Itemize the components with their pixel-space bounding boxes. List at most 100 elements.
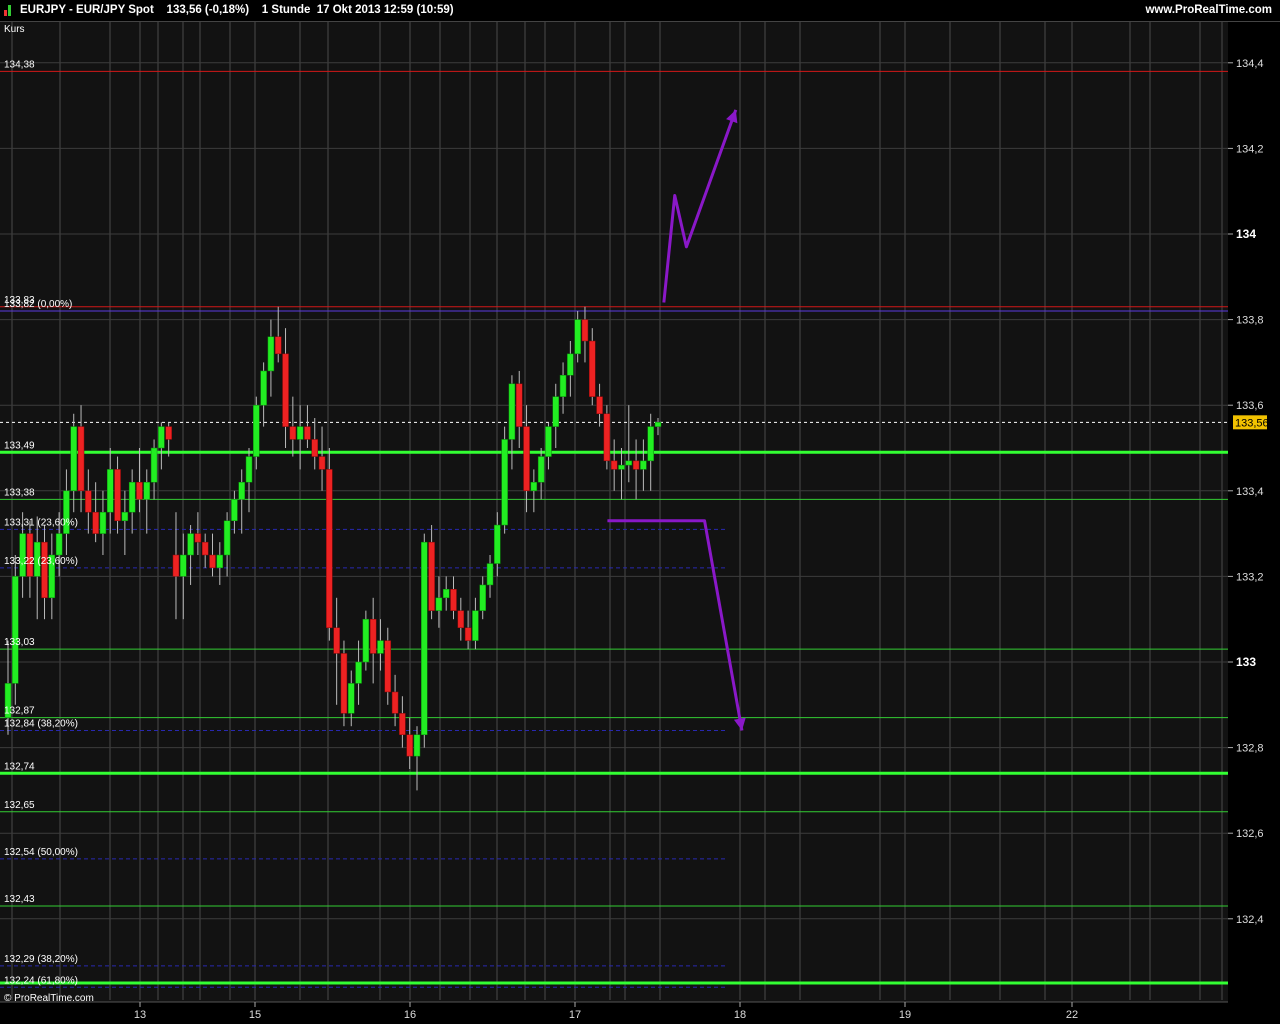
candle-body: [610, 460, 618, 470]
site-link[interactable]: www.ProRealTime.com: [1145, 4, 1272, 16]
level-label: 132,24 (61,80%): [4, 975, 78, 986]
y-tick-label: 134: [1236, 227, 1256, 241]
level-label: 133,49: [4, 440, 35, 451]
y-tick-label: 133: [1236, 655, 1256, 669]
level-label: 132,54 (50,00%): [4, 847, 78, 858]
candle-body: [647, 426, 654, 462]
candle-body: [537, 456, 545, 483]
candle-body: [158, 426, 165, 449]
candle-body: [282, 353, 289, 427]
candle-body: [523, 426, 530, 492]
panel-label: Kurs: [4, 24, 25, 35]
candle-body: [70, 426, 77, 492]
candle-body: [41, 541, 48, 599]
x-tick-label: 13: [134, 1009, 146, 1021]
y-axis-panel: [1228, 22, 1280, 1024]
candle-body: [581, 319, 589, 342]
candle-body: [545, 426, 552, 457]
candle-body: [136, 481, 143, 500]
candle-body: [654, 422, 662, 427]
candle-body: [435, 597, 443, 611]
candle-body: [165, 426, 172, 440]
candle-body: [172, 554, 180, 577]
candle-body: [216, 554, 224, 569]
candle-body: [296, 426, 304, 440]
candle-body: [289, 426, 297, 440]
level-label: 133,31 (23,60%): [4, 517, 78, 528]
candle-body: [479, 584, 486, 611]
candle-body: [187, 533, 194, 556]
candle-body: [253, 404, 260, 457]
candle-body: [150, 447, 158, 483]
candle-body: [143, 481, 151, 500]
candle-body: [464, 627, 472, 641]
candle-body: [362, 618, 370, 663]
candle-body: [625, 460, 633, 466]
candle-body: [209, 554, 216, 569]
candle-body: [77, 426, 85, 492]
candle-body: [85, 490, 92, 513]
candle-body: [12, 576, 19, 684]
candle-body: [318, 456, 326, 470]
level-label: 134,38: [4, 59, 35, 70]
y-tick-label: 132,4: [1236, 914, 1264, 926]
candle-body: [128, 481, 136, 513]
candle-body: [494, 524, 501, 564]
candle-body: [508, 383, 516, 440]
candle-body: [260, 370, 267, 406]
level-label: 133,82 (0,00%): [4, 299, 72, 310]
candle-body: [442, 588, 450, 599]
level-label: 132,74: [4, 761, 35, 772]
candle-body: [567, 353, 574, 376]
level-label: 132,29 (38,20%): [4, 954, 78, 965]
candle-body: [355, 661, 362, 684]
candle-body: [486, 563, 494, 586]
price-chart[interactable]: 134,38133,83133,82 (0,00%)133,49133,3813…: [0, 22, 1280, 1024]
candle-body: [618, 464, 625, 470]
candle-body: [530, 481, 538, 492]
candle-body: [106, 469, 114, 513]
level-label: 133,03: [4, 637, 35, 648]
candle-body: [304, 426, 311, 440]
level-label: 132,65: [4, 800, 35, 811]
candle-body: [55, 533, 63, 556]
candle-body: [223, 520, 231, 556]
candle-body: [574, 319, 581, 355]
y-tick-label: 133,2: [1236, 571, 1264, 583]
candle-body: [180, 554, 187, 577]
candle-body: [559, 374, 567, 397]
level-label: 132,43: [4, 894, 35, 905]
candle-body: [501, 439, 508, 526]
candle-body: [421, 541, 428, 736]
candle-body: [450, 588, 457, 611]
level-label: 133,22 (23,60%): [4, 556, 78, 567]
candle-body: [231, 499, 238, 522]
y-tick-label: 133,8: [1236, 315, 1264, 327]
plot-background: [0, 22, 1228, 1024]
candle-body: [201, 541, 209, 556]
candle-body: [311, 439, 318, 457]
candle-body: [384, 640, 392, 693]
candle-body: [596, 396, 603, 415]
candle-body: [457, 610, 465, 629]
candle-body: [99, 511, 107, 534]
x-axis-panel: [0, 1002, 1228, 1024]
y-tick-label: 132,8: [1236, 743, 1264, 755]
candle-body: [114, 469, 121, 522]
candle-body: [348, 683, 355, 714]
bar-chart-icon: [4, 5, 14, 16]
candle-body: [238, 481, 245, 500]
level-label: 133,38: [4, 487, 35, 498]
level-label: 132,84 (38,20%): [4, 718, 78, 729]
candle-body: [472, 610, 479, 641]
y-tick-label: 134,4: [1236, 58, 1264, 70]
x-tick-label: 22: [1066, 1009, 1078, 1021]
candle-body: [326, 469, 333, 629]
watermark: © ProRealTime.com: [4, 993, 94, 1004]
x-axis: 13 15 16 17 18 19 22: [0, 1001, 1228, 1024]
candle-body: [632, 460, 640, 470]
x-tick-label: 18: [734, 1009, 746, 1021]
x-tick-label: 16: [404, 1009, 416, 1021]
candle-body: [406, 734, 413, 757]
candle-body: [428, 541, 435, 611]
